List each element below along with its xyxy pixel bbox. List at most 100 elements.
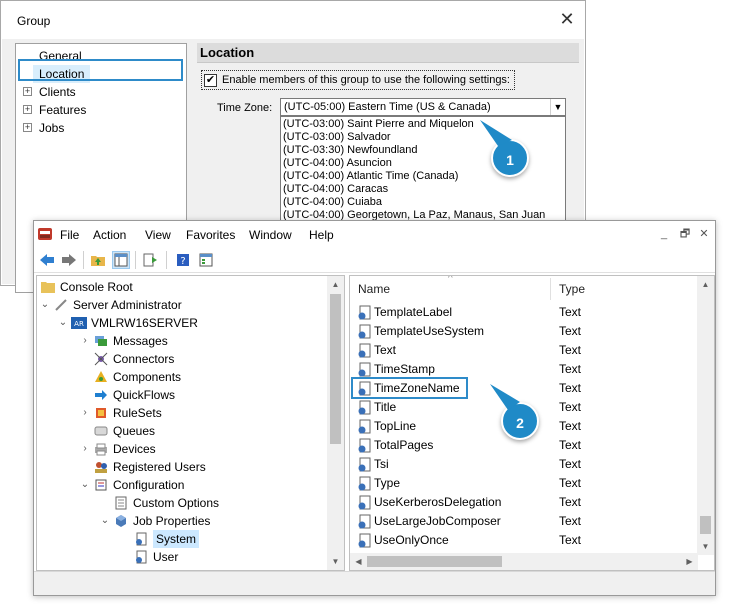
row-name: TopLine [374, 419, 417, 433]
enable-settings-checkbox[interactable]: ✔ Enable members of this group to use th… [201, 70, 515, 90]
property-item-icon [358, 533, 371, 548]
tree-item-queues[interactable]: Queues [93, 422, 155, 440]
tree-scrollbar[interactable]: ▲ ▼ [327, 276, 344, 570]
list-horizontal-scrollbar[interactable]: ◀ ▶ [350, 553, 698, 570]
group-tree-item-clients[interactable]: + Clients [16, 83, 186, 101]
column-header-type[interactable]: Type [551, 276, 691, 302]
chevron-right-icon[interactable]: ▶ [681, 553, 698, 570]
group-tree-item-features[interactable]: + Features [16, 101, 186, 119]
tree-item-connectors[interactable]: Connectors [93, 350, 174, 368]
tree-item-label: VMLRW16SERVER [91, 316, 198, 330]
list-scrollbar[interactable]: ▲ ▼ [697, 276, 714, 555]
minimize-icon[interactable]: _ [657, 227, 671, 241]
list-row[interactable]: TemplateUseSystem Text [350, 322, 698, 341]
chevron-down-icon[interactable]: ▼ [550, 99, 565, 115]
time-zone-dropdown[interactable]: (UTC-05:00) Eastern Time (US & Canada) ▼ [280, 98, 566, 116]
time-zone-option[interactable]: (UTC-03:30) Newfoundland [283, 144, 418, 157]
forward-arrow-icon[interactable] [60, 251, 78, 269]
svg-text:?: ? [180, 256, 185, 267]
timezonename-highlight-box [351, 377, 468, 399]
show-hide-tree-icon[interactable] [112, 251, 130, 269]
property-item-icon [358, 305, 371, 320]
time-zone-option[interactable]: (UTC-03:00) Salvador [283, 131, 391, 144]
tree-item-components[interactable]: Components [93, 368, 181, 386]
column-header-name[interactable]: Name [350, 276, 550, 302]
chevron-right-icon[interactable]: › [80, 332, 90, 350]
tree-item-server[interactable]: ⌄ AR VMLRW16SERVER [58, 314, 198, 332]
chevron-right-icon[interactable]: › [80, 440, 90, 458]
tree-item-console-root[interactable]: Console Root [40, 278, 133, 296]
properties-icon[interactable] [197, 251, 215, 269]
close-icon[interactable]: ✕ [557, 9, 577, 29]
expand-plus-icon[interactable]: + [23, 87, 32, 96]
tree-item-registered-users[interactable]: Registered Users [93, 458, 206, 476]
menu-file[interactable]: File [60, 228, 79, 242]
chevron-down-icon[interactable]: ▼ [327, 553, 344, 570]
connectors-icon [93, 351, 109, 367]
row-name: TimeStamp [374, 362, 435, 376]
tree-item-custom-options[interactable]: Custom Options [113, 494, 219, 512]
expand-plus-icon[interactable]: + [23, 123, 32, 132]
callout-1-pointer [480, 120, 512, 146]
menu-window[interactable]: Window [249, 228, 292, 242]
property-item-icon [358, 514, 371, 529]
group-tree-item-jobs[interactable]: + Jobs [16, 119, 186, 137]
list-row[interactable]: UseKerberosDelegation Text [350, 493, 698, 512]
list-row[interactable]: UseLargeJobComposer Text [350, 512, 698, 531]
tree-item-job-properties[interactable]: ⌄ Job Properties [100, 512, 211, 530]
list-row[interactable]: TemplateLabel Text [350, 303, 698, 322]
time-zone-option[interactable]: (UTC-04:00) Asuncion [283, 157, 392, 170]
chevron-left-icon[interactable]: ◀ [350, 553, 367, 570]
chevron-down-icon[interactable]: ▼ [697, 538, 714, 555]
tree-item-user[interactable]: User [133, 548, 178, 566]
export-list-icon[interactable] [142, 251, 160, 269]
checkbox-checked-icon[interactable]: ✔ [204, 73, 217, 87]
toolbar: ? [34, 247, 715, 273]
time-zone-option[interactable]: (UTC-03:00) Saint Pierre and Miquelon [283, 118, 474, 131]
tree-item-messages[interactable]: › Messages [80, 332, 167, 350]
tree-item-devices[interactable]: › Devices [80, 440, 155, 458]
list-row[interactable]: Tsi Text [350, 455, 698, 474]
expand-plus-icon[interactable]: + [23, 105, 32, 114]
row-name: TemplateLabel [374, 305, 453, 319]
chevron-up-icon[interactable]: ▲ [327, 276, 344, 293]
time-zone-option[interactable]: (UTC-04:00) Cuiaba [283, 196, 382, 209]
scroll-thumb[interactable] [330, 294, 341, 444]
up-folder-icon[interactable] [89, 251, 107, 269]
scroll-thumb[interactable] [367, 556, 502, 567]
list-row[interactable]: UseOnlyOnce Text [350, 531, 698, 550]
chevron-down-icon[interactable]: ⌄ [40, 296, 50, 314]
chevron-down-icon[interactable]: ⌄ [58, 314, 68, 332]
restore-icon[interactable]: 🗗 [678, 227, 692, 241]
tree-item-quickflows[interactable]: QuickFlows [93, 386, 175, 404]
chevron-up-icon[interactable]: ▲ [697, 276, 714, 293]
tree-item-label: QuickFlows [113, 388, 176, 402]
tree-item-label: Configuration [113, 478, 185, 492]
list-row[interactable]: Type Text [350, 474, 698, 493]
tree-item-server-administrator[interactable]: ⌄ Server Administrator [40, 296, 182, 314]
chevron-right-icon[interactable]: › [80, 404, 90, 422]
components-icon [93, 369, 109, 385]
menu-action[interactable]: Action [93, 228, 126, 242]
folder-icon [40, 279, 56, 295]
group-tree-item-label: Jobs [39, 121, 65, 135]
scroll-thumb[interactable] [700, 516, 711, 534]
menu-favorites[interactable]: Favorites [186, 228, 235, 242]
list-row[interactable]: Text Text [350, 341, 698, 360]
row-type: Text [559, 514, 582, 528]
menu-help[interactable]: Help [309, 228, 334, 242]
wand-icon [53, 297, 69, 313]
chevron-down-icon[interactable]: ⌄ [100, 512, 110, 530]
tree-item-rulesets[interactable]: › RuleSets [80, 404, 161, 422]
time-zone-option[interactable]: (UTC-04:00) Caracas [283, 183, 388, 196]
tree-item-configuration[interactable]: ⌄ Configuration [80, 476, 185, 494]
toolbar-separator [166, 251, 167, 269]
property-item-icon [358, 419, 371, 434]
tree-item-system[interactable]: System [133, 530, 200, 548]
menu-view[interactable]: View [145, 228, 171, 242]
back-arrow-icon[interactable] [38, 251, 56, 269]
help-icon[interactable]: ? [174, 251, 192, 269]
chevron-down-icon[interactable]: ⌄ [80, 476, 90, 494]
close-icon[interactable]: ✕ [697, 227, 711, 241]
time-zone-option[interactable]: (UTC-04:00) Atlantic Time (Canada) [283, 170, 458, 183]
